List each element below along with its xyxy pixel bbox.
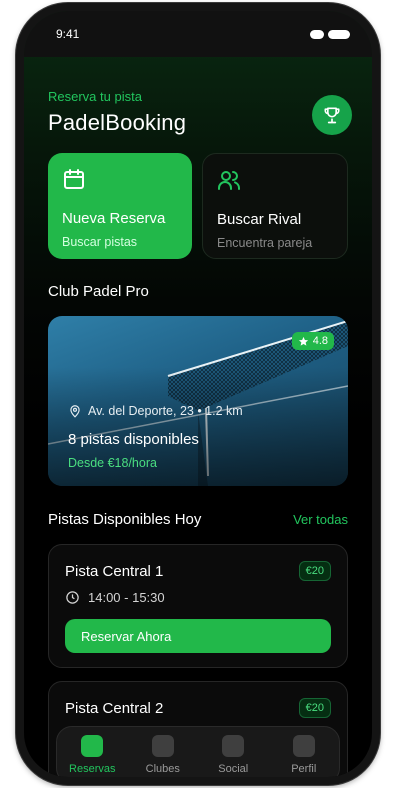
location-pin-icon <box>70 405 80 418</box>
tab-label: Clubes <box>145 763 180 775</box>
club-address: Av. del Deporte, 23 • 1.2 km <box>68 404 243 418</box>
trophy-button[interactable] <box>312 95 352 135</box>
tab-reservas[interactable]: Reservas <box>62 735 122 775</box>
social-icon <box>222 735 245 757</box>
tab-label: Reservas <box>69 763 116 775</box>
app-screen: 9:41 Reserva tu pista PadelBooking Nueva… <box>24 11 372 777</box>
find-rival-card[interactable]: Buscar Rival Encuentra pareja <box>202 153 348 259</box>
signal-icon <box>310 29 324 39</box>
rating-badge: 4.8 <box>291 332 334 350</box>
clock-icon <box>66 591 79 604</box>
new-booking-title: Nueva Reserva <box>62 210 166 227</box>
status-icons <box>310 29 350 39</box>
courts-available: 8 pistas disponibles <box>68 431 199 448</box>
calendar-icon <box>64 169 84 189</box>
bottom-tab-bar: Reservas Clubes Social Perfil <box>56 726 340 777</box>
club-address-text: Av. del Deporte, 23 • 1.2 km <box>88 404 243 418</box>
perfil-icon <box>292 735 315 757</box>
app-title: PadelBooking <box>48 110 187 135</box>
court-name: Pista Central 1 <box>65 563 164 580</box>
price-from: Desde €18/hora <box>68 456 157 470</box>
reserve-now-button[interactable]: Reservar Ahora <box>65 619 331 653</box>
club-card[interactable]: 4.8 Av. del Deporte, 23 • 1.2 km 8 pista… <box>48 316 348 486</box>
tab-social[interactable]: Social <box>203 735 263 775</box>
users-icon <box>218 171 240 190</box>
rating-value: 4.8 <box>312 335 328 347</box>
quick-actions: Nueva Reserva Buscar pistas Buscar Rival… <box>48 153 348 259</box>
available-title: Pistas Disponibles Hoy <box>48 511 202 528</box>
available-header: Pistas Disponibles Hoy Ver todas <box>48 511 348 528</box>
tab-label: Social <box>218 763 249 775</box>
header-subtitle: Reserva tu pista <box>48 89 142 104</box>
court-card[interactable]: Pista Central 1 €20 14:00 - 15:30 Reserv… <box>48 544 348 668</box>
find-rival-title: Buscar Rival <box>217 211 302 228</box>
new-booking-card[interactable]: Nueva Reserva Buscar pistas <box>48 153 192 259</box>
price-badge: €20 <box>298 561 331 581</box>
court-time: 14:00 - 15:30 <box>65 590 165 605</box>
price-badge: €20 <box>298 698 331 718</box>
tab-clubes[interactable]: Clubes <box>133 735 193 775</box>
status-time: 9:41 <box>56 27 80 41</box>
tab-label: Perfil <box>291 763 317 775</box>
battery-icon <box>328 29 350 39</box>
tab-perfil[interactable]: Perfil <box>274 735 334 775</box>
court-name: Pista Central 2 <box>65 700 164 717</box>
clubes-icon <box>151 735 174 757</box>
new-booking-subtitle: Buscar pistas <box>62 235 138 249</box>
app-header: Reserva tu pista PadelBooking <box>48 89 352 136</box>
trophy-icon <box>324 107 340 124</box>
find-rival-subtitle: Encuentra pareja <box>217 236 313 250</box>
court-time-text: 14:00 - 15:30 <box>88 590 165 605</box>
status-bar: 9:41 <box>24 11 372 57</box>
star-icon <box>298 336 308 346</box>
reservas-icon <box>81 735 104 757</box>
club-section-title: Club Padel Pro <box>48 283 149 300</box>
see-all-link[interactable]: Ver todas <box>293 512 348 527</box>
phone-frame: 9:41 Reserva tu pista PadelBooking Nueva… <box>16 3 380 785</box>
